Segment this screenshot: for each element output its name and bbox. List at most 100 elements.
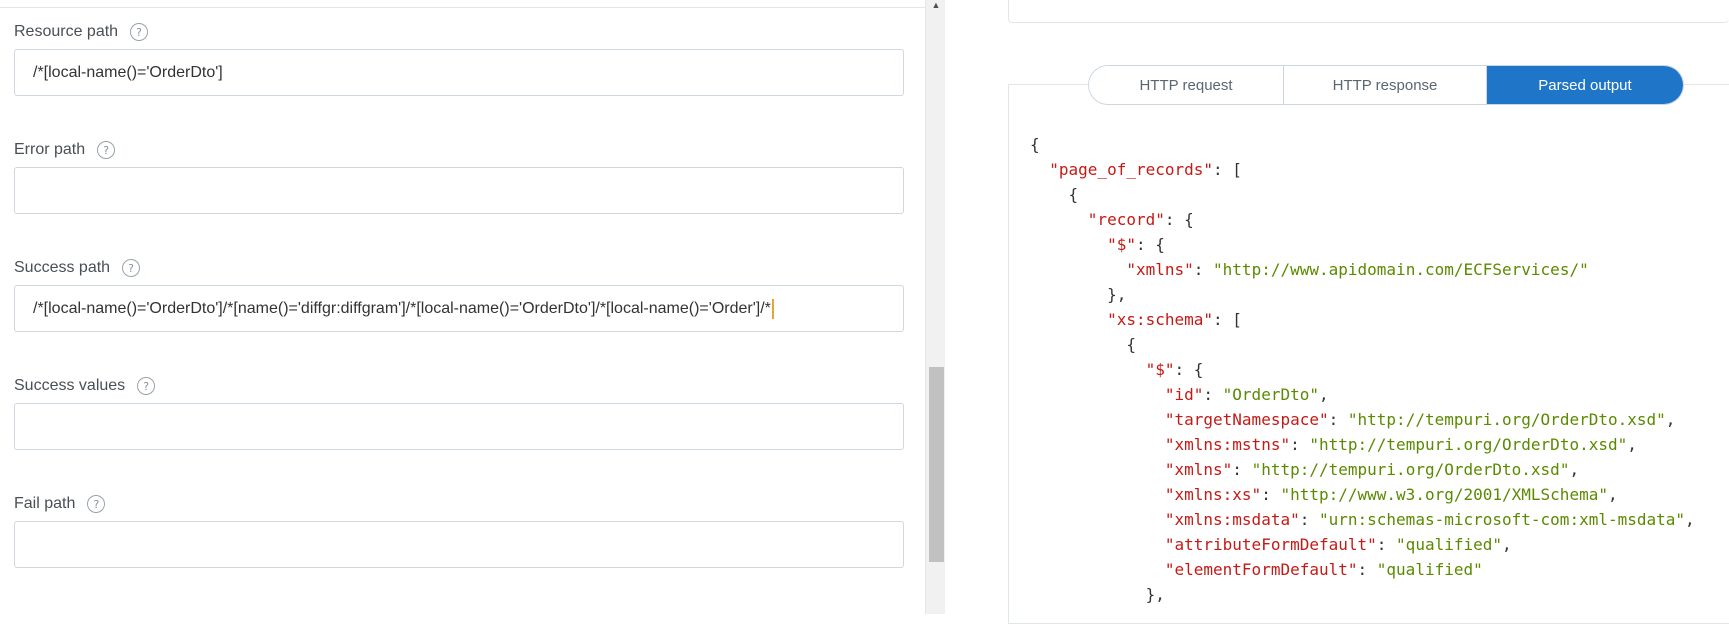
help-icon[interactable]: ? [130,23,149,41]
json-punctuation: , [1318,385,1329,404]
json-key: "page_of_records" [1049,160,1214,179]
json-key: "elementFormDefault" [1164,560,1358,579]
help-icon[interactable]: ? [122,259,141,277]
tab-http-request[interactable]: HTTP request [1089,66,1284,104]
text-caret [771,298,774,319]
json-key: "xs:schema" [1107,310,1214,329]
json-line: "page_of_records": [ [1030,157,1725,182]
success-values-label: Success values [14,377,126,394]
json-key: "xmlns" [1164,460,1233,479]
success-path-input[interactable]: /*[local-name()='OrderDto']/*[name()='di… [14,285,904,332]
json-punctuation [1030,260,1126,279]
json-punctuation: : { [1174,360,1204,379]
json-key: "xmlns:xs" [1164,485,1262,504]
json-punctuation: }, [1030,585,1165,604]
json-punctuation [1030,485,1165,504]
json-line: "record": { [1030,207,1725,232]
error-path-label: Error path [14,141,86,158]
json-line: "targetNamespace": "http://tempuri.org/O… [1030,407,1725,432]
scrollbar-thumb[interactable] [929,367,944,562]
json-punctuation: { [1030,335,1136,354]
json-punctuation [1030,160,1049,179]
pane-gutter [945,0,1008,614]
json-line: "xmlns:xs": "http://www.w3.org/2001/XMLS… [1030,482,1725,507]
json-line: "$": { [1030,232,1725,257]
json-punctuation [1030,535,1165,554]
json-line: "xmlns:msdata": "urn:schemas-microsoft-c… [1030,507,1725,532]
output-pane: HTTP request HTTP response Parsed output… [1008,0,1729,624]
json-punctuation: : [1203,385,1223,404]
json-punctuation [1030,210,1088,229]
tab-parsed-output[interactable]: Parsed output [1487,66,1683,104]
json-punctuation: : [1328,410,1348,429]
resource-path-field: Resource path ? /*[local-name()='OrderDt… [14,21,904,96]
resource-path-label: Resource path [14,23,119,40]
json-punctuation [1030,435,1165,454]
json-key: "id" [1164,385,1204,404]
json-string: "http://www.apidomain.com/ECFServices/" [1213,260,1589,279]
json-punctuation: , [1665,410,1676,429]
json-key: "targetNamespace" [1164,410,1329,429]
help-icon[interactable]: ? [87,495,106,513]
success-path-field: Success path ? /*[local-name()='OrderDto… [14,257,904,332]
json-string: "qualified" [1396,535,1503,554]
tab-label: Parsed output [1538,76,1632,94]
json-key: "xmlns:msdata" [1164,510,1300,529]
json-punctuation: : { [1135,235,1165,254]
help-icon[interactable]: ? [137,377,156,395]
resource-path-value: /*[local-name()='OrderDto'] [33,63,223,81]
json-string: "OrderDto" [1222,385,1319,404]
fail-path-field: Fail path ? [14,493,904,568]
vertical-scrollbar[interactable]: ▲ [925,0,945,614]
configuration-form: Resource path ? /*[local-name()='OrderDt… [0,0,925,614]
json-punctuation: : [ [1213,160,1242,179]
json-punctuation: : [1193,260,1214,279]
json-punctuation: , [1607,485,1618,504]
json-punctuation [1030,410,1165,429]
resource-path-input[interactable]: /*[local-name()='OrderDto'] [14,49,904,96]
json-string: "urn:schemas-microsoft-com:xml-msdata" [1318,510,1686,529]
json-line: "xmlns": "http://tempuri.org/OrderDto.xs… [1030,457,1725,482]
success-values-input[interactable] [14,403,904,450]
json-line: "$": { [1030,357,1725,382]
json-punctuation [1030,510,1165,529]
success-values-field: Success values ? [14,375,904,450]
json-punctuation [1030,460,1165,479]
json-key: "xmlns" [1126,260,1194,279]
json-string: "http://www.w3.org/2001/XMLSchema" [1280,485,1608,504]
json-key: "$" [1145,360,1175,379]
json-punctuation: , [1685,510,1695,529]
json-string: "http://tempuri.org/OrderDto.xsd" [1309,435,1628,454]
divider [0,7,925,8]
json-line: "xmlns:mstns": "http://tempuri.org/Order… [1030,432,1725,457]
tab-label: HTTP response [1332,76,1438,94]
output-tabs: HTTP request HTTP response Parsed output [1088,65,1684,105]
json-line: }, [1030,582,1725,607]
json-punctuation [1030,385,1165,404]
json-punctuation: { [1030,185,1079,204]
json-punctuation: , [1627,435,1637,454]
json-key: "$" [1107,235,1136,254]
json-line: { [1030,332,1725,357]
json-line: "xs:schema": [ [1030,307,1725,332]
tab-http-response[interactable]: HTTP response [1284,66,1487,104]
json-punctuation: : [ [1213,310,1242,329]
json-punctuation: : [1357,560,1377,579]
json-line: { [1030,182,1725,207]
parsed-json-output: { "page_of_records": [ { "record": { "$"… [1030,132,1725,607]
json-punctuation: : [1376,535,1397,554]
json-punctuation: { [1030,135,1040,154]
json-punctuation: : { [1164,210,1194,229]
scroll-up-arrow-icon[interactable]: ▲ [930,0,942,12]
json-punctuation: , [1569,460,1580,479]
json-line: "id": "OrderDto", [1030,382,1725,407]
tab-label: HTTP request [1139,76,1233,94]
fail-path-input[interactable] [14,521,904,568]
fail-path-label: Fail path [14,495,76,512]
error-path-input[interactable] [14,167,904,214]
json-punctuation: : [1299,510,1319,529]
json-line: "elementFormDefault": "qualified" [1030,557,1725,582]
success-path-value: /*[local-name()='OrderDto']/*[name()='di… [33,299,771,317]
help-icon[interactable]: ? [97,141,116,159]
json-key: "xmlns:mstns" [1164,435,1291,454]
